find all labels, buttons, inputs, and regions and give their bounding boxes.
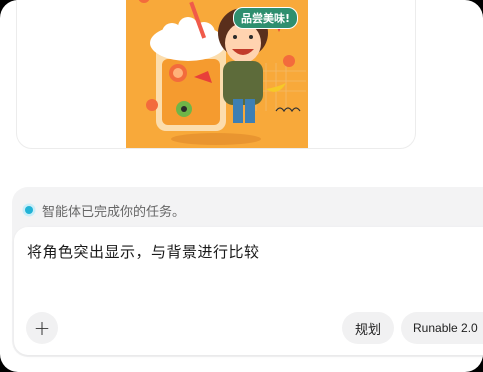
status-dot-icon [25, 206, 33, 214]
model-selector[interactable]: Runable 2.0 [401, 312, 483, 344]
juice-boy-illustration: 品尝美味! [126, 0, 308, 148]
add-attachment-button[interactable]: + [26, 312, 58, 344]
agent-status: 智能体已完成你的任务。 [25, 202, 186, 220]
generated-image-card[interactable]: 品尝美味! [16, 0, 416, 149]
plan-button[interactable]: 规划 [342, 312, 394, 344]
prompt-input[interactable]: 将角色突出显示，与背景进行比较 [27, 241, 260, 262]
app-window: 品尝美味! 智能体已完成你的任务。 将角色突出显示，与背景进行比较 + 规划 R… [0, 0, 483, 372]
status-text: 智能体已完成你的任务。 [42, 204, 186, 220]
speech-bubble: 品尝美味! [232, 7, 298, 29]
face [225, 23, 261, 63]
plus-icon: + [33, 316, 51, 340]
shirt [223, 61, 263, 105]
